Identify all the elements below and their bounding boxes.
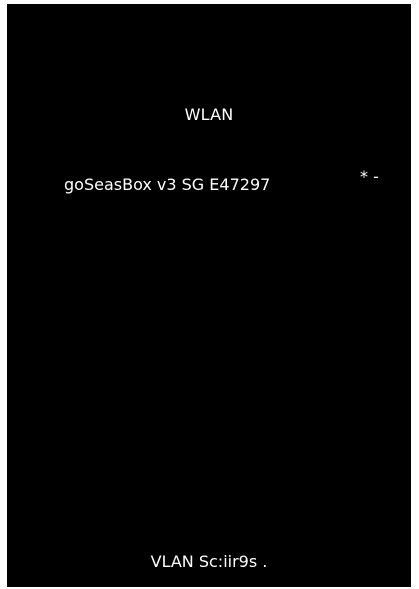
wlan-screen: WLAN goSeasBox v3 SG E47297 * - VLAN Sc:… — [7, 4, 411, 587]
network-ssid: goSeasBox v3 SG E47297 — [64, 175, 271, 194]
page-title: WLAN — [184, 105, 234, 124]
network-list-item[interactable]: goSeasBox v3 SG E47297 * - — [64, 167, 394, 201]
network-status-flags: * - — [360, 167, 379, 186]
footer-status: VLAN Sc:iir9s . — [150, 552, 268, 571]
